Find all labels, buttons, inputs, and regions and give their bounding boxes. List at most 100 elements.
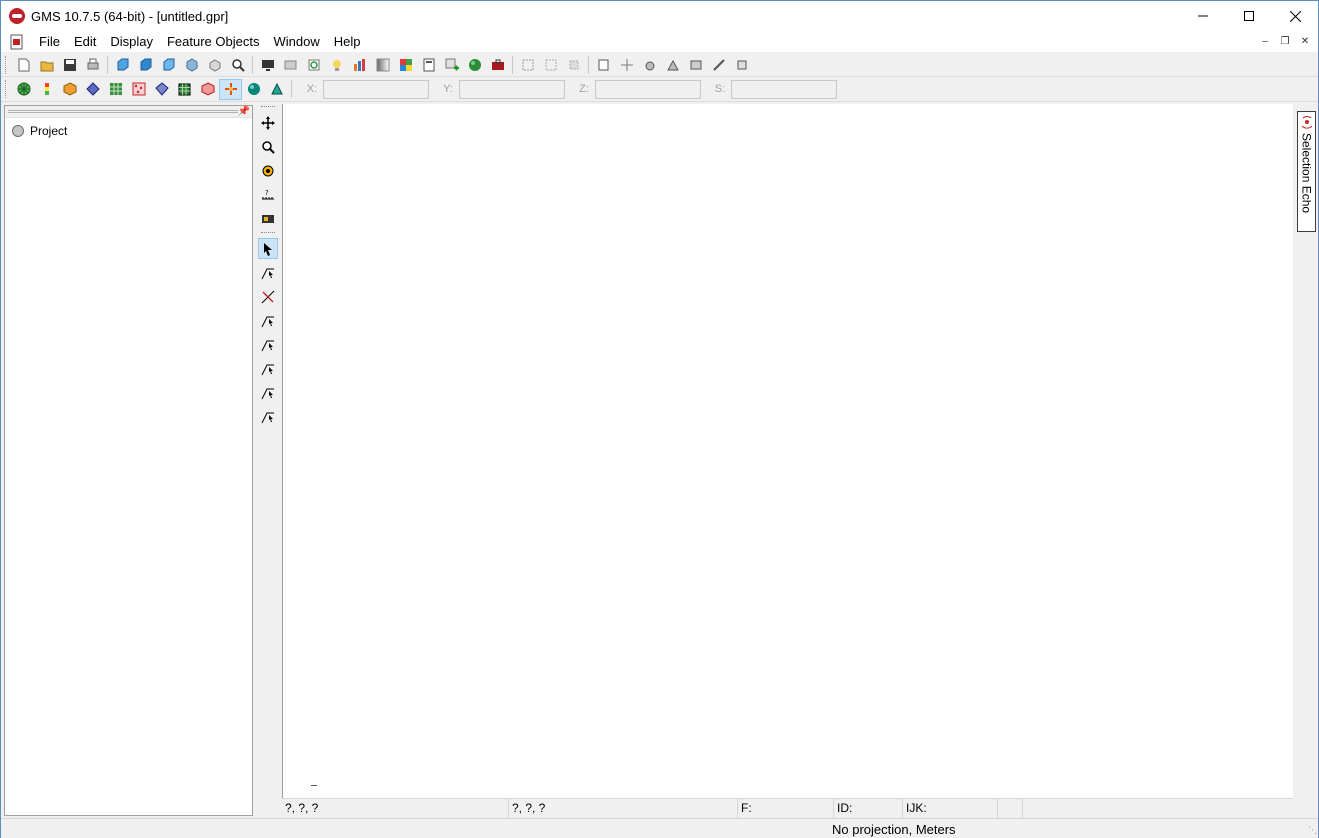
- rotate-view-button[interactable]: [203, 54, 226, 75]
- menu-window[interactable]: Window: [266, 31, 326, 52]
- split-arc-tool-button[interactable]: [258, 286, 278, 307]
- rotate-tool-button[interactable]: [258, 160, 278, 181]
- toolbar-grip[interactable]: [5, 80, 9, 98]
- view-top-button[interactable]: [157, 54, 180, 75]
- print-button[interactable]: [81, 54, 104, 75]
- mesh-3d-module-button[interactable]: [150, 79, 173, 100]
- tin-module-icon: [17, 82, 30, 96]
- grid-3d-module-button[interactable]: [173, 79, 196, 100]
- create-arc-tool-button[interactable]: [258, 262, 278, 283]
- standard-toolbar: [1, 53, 1318, 77]
- menu-edit[interactable]: Edit: [67, 31, 103, 52]
- zoom-button[interactable]: [226, 54, 249, 75]
- select-vertex-tool-button[interactable]: [258, 334, 278, 355]
- cube-top-icon: [163, 58, 174, 70]
- color-ramp-button[interactable]: [371, 54, 394, 75]
- display-settings-button[interactable]: [279, 54, 302, 75]
- select-point-tool-button[interactable]: [258, 310, 278, 331]
- uge-module-button[interactable]: [265, 79, 288, 100]
- palette-grip[interactable]: [261, 232, 275, 235]
- explorer-grip[interactable]: [8, 110, 238, 113]
- select-region-icon: [545, 59, 556, 70]
- selection-echo-icon: [1301, 116, 1312, 129]
- grid-2d-module-button[interactable]: [104, 79, 127, 100]
- zoom-tool-button[interactable]: [258, 136, 278, 157]
- globe-button[interactable]: [463, 54, 486, 75]
- select-tool-button[interactable]: [258, 238, 278, 259]
- frame-tool-button[interactable]: [258, 208, 278, 229]
- solid-module-button[interactable]: [58, 79, 81, 100]
- id-field: ID:: [834, 798, 903, 818]
- view-oblique-button[interactable]: [180, 54, 203, 75]
- pan-tool-button[interactable]: [258, 112, 278, 133]
- feature-tool-7-button[interactable]: [730, 54, 753, 75]
- open-button[interactable]: [35, 54, 58, 75]
- x-coordinate-field[interactable]: [323, 79, 429, 99]
- pin-icon[interactable]: 📌: [238, 106, 250, 117]
- map-module-button[interactable]: [219, 78, 242, 100]
- feature-tool-1-button[interactable]: [592, 54, 615, 75]
- select-tool-c-button[interactable]: [562, 54, 585, 75]
- tin-module-button[interactable]: [12, 79, 35, 100]
- save-button[interactable]: [58, 54, 81, 75]
- toolbar-separator: [252, 55, 253, 74]
- measure-tool-button[interactable]: ?: [258, 184, 278, 205]
- minimize-button[interactable]: [1180, 1, 1226, 31]
- resize-grip-icon[interactable]: ⋱: [1308, 825, 1317, 836]
- feature-tool-3-button[interactable]: [638, 54, 661, 75]
- select-tool-b-button[interactable]: [539, 54, 562, 75]
- tree-item-project[interactable]: Project: [12, 124, 67, 138]
- contour-options-button[interactable]: [348, 54, 371, 75]
- lighting-button[interactable]: [325, 54, 348, 75]
- sparkle-icon: [620, 58, 633, 71]
- menu-feature-objects[interactable]: Feature Objects: [160, 31, 267, 52]
- window-title: GMS 10.7.5 (64-bit) - [untitled.gpr]: [31, 8, 229, 24]
- scatter-2d-module-button[interactable]: [127, 79, 150, 100]
- feature-tool-2-button[interactable]: [615, 54, 638, 75]
- menu-file[interactable]: File: [32, 31, 67, 52]
- display-options-button[interactable]: [256, 54, 279, 75]
- material-colors-button[interactable]: [394, 54, 417, 75]
- refresh-button[interactable]: [302, 54, 325, 75]
- feature-tool-6-button[interactable]: [707, 54, 730, 75]
- feature-tool-5-button[interactable]: [684, 54, 707, 75]
- axis-triad: [311, 785, 317, 786]
- menu-help[interactable]: Help: [327, 31, 368, 52]
- select-tool-a-button[interactable]: [516, 54, 539, 75]
- y-coordinate-field[interactable]: [459, 79, 565, 99]
- document-icon[interactable]: [10, 34, 24, 50]
- mdi-close-button[interactable]: ✕: [1298, 35, 1312, 49]
- select-arc-group-tool-button[interactable]: [258, 382, 278, 403]
- palette-grip[interactable]: [261, 106, 275, 109]
- toolbox-button[interactable]: [486, 54, 509, 75]
- view-front-button[interactable]: [111, 54, 134, 75]
- new-button[interactable]: [12, 54, 35, 75]
- close-button[interactable]: [1272, 1, 1318, 31]
- toolbar-separator: [588, 55, 589, 74]
- monitor-icon: [261, 59, 274, 71]
- z-coordinate-field[interactable]: [595, 79, 701, 99]
- toolbar-grip[interactable]: [5, 55, 9, 74]
- f-field: F:: [738, 798, 834, 818]
- add-grid-button[interactable]: [440, 54, 463, 75]
- scatter-3d-module-icon: [201, 82, 214, 96]
- select-arc-group-icon: [261, 388, 274, 399]
- graphics-window[interactable]: [282, 104, 1293, 798]
- maximize-button[interactable]: [1226, 1, 1272, 31]
- mdi-restore-button[interactable]: ❐: [1278, 35, 1292, 49]
- projection-status[interactable]: No projection, Meters: [832, 822, 956, 837]
- calculator-button[interactable]: [417, 54, 440, 75]
- rotate-icon: [209, 58, 220, 72]
- mdi-minimize-button[interactable]: –: [1258, 35, 1272, 49]
- feature-tool-4-button[interactable]: [661, 54, 684, 75]
- mesh-2d-module-button[interactable]: [81, 79, 104, 100]
- selection-echo-tab[interactable]: Selection Echo: [1297, 111, 1316, 232]
- gis-module-button[interactable]: [242, 79, 265, 100]
- scatter-3d-module-button[interactable]: [196, 79, 219, 100]
- borehole-module-button[interactable]: [35, 79, 58, 100]
- select-arc-tool-button[interactable]: [258, 358, 278, 379]
- select-polygon-tool-button[interactable]: [258, 406, 278, 427]
- s-coordinate-field[interactable]: [731, 79, 837, 99]
- menu-display[interactable]: Display: [103, 31, 160, 52]
- view-side-button[interactable]: [134, 54, 157, 75]
